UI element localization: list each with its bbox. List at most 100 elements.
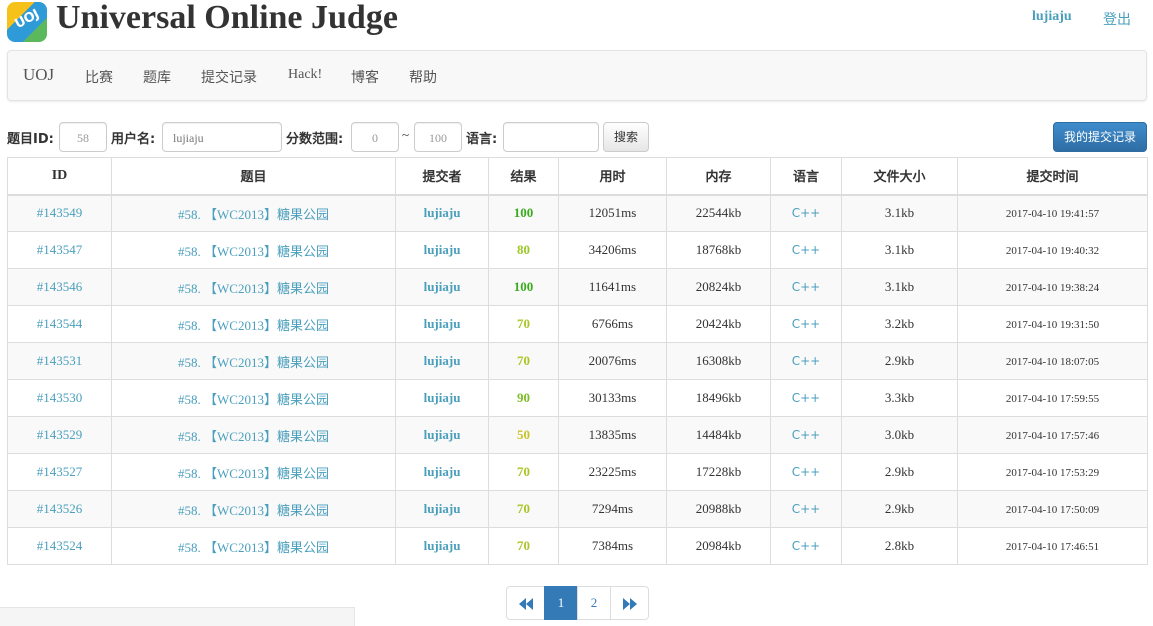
nav-item-contests[interactable]: 比赛 bbox=[85, 67, 113, 87]
problem-link[interactable]: #58. 【WC2013】糖果公园 bbox=[178, 355, 329, 370]
table-cell: lujiaju bbox=[395, 416, 489, 454]
problem-link[interactable]: #58. 【WC2013】糖果公园 bbox=[178, 207, 329, 222]
problem-link[interactable]: #58. 【WC2013】糖果公园 bbox=[178, 503, 329, 518]
submission-id-link[interactable]: #143524 bbox=[37, 538, 83, 553]
submitter-link[interactable]: lujiaju bbox=[424, 427, 461, 442]
nav-item-blogs[interactable]: 博客 bbox=[351, 67, 379, 87]
problem-link[interactable]: #58. 【WC2013】糖果公园 bbox=[178, 244, 329, 259]
main-navbar: UOJ 比赛 题库 提交记录 Hack! 博客 帮助 bbox=[7, 50, 1147, 101]
language-link[interactable]: C++ bbox=[792, 243, 821, 257]
result-score[interactable]: 70 bbox=[517, 501, 530, 516]
table-cell: #58. 【WC2013】糖果公园 bbox=[111, 416, 396, 454]
result-score[interactable]: 70 bbox=[517, 464, 530, 479]
submission-id-link[interactable]: #143544 bbox=[37, 316, 83, 331]
prev-page-button[interactable] bbox=[506, 586, 545, 620]
file-size: 3.1kb bbox=[884, 279, 915, 294]
problem-link[interactable]: #58. 【WC2013】糖果公园 bbox=[178, 392, 329, 407]
submit-time: 2017-04-10 17:57:46 bbox=[1005, 430, 1100, 442]
submit-time: 2017-04-10 17:50:09 bbox=[1005, 504, 1100, 516]
result-score[interactable]: 70 bbox=[517, 353, 530, 368]
table-cell: #58. 【WC2013】糖果公园 bbox=[111, 305, 396, 343]
submitter-link[interactable]: lujiaju bbox=[424, 316, 461, 331]
my-submissions-button[interactable]: 我的提交记录 bbox=[1053, 122, 1147, 152]
double-chevron-left-icon bbox=[518, 598, 533, 611]
language-link[interactable]: C++ bbox=[792, 502, 821, 516]
submission-id-link[interactable]: #143527 bbox=[37, 464, 83, 479]
table-cell: lujiaju bbox=[395, 527, 489, 565]
table-cell: 3.1kb bbox=[841, 231, 958, 269]
language-input[interactable] bbox=[503, 122, 599, 152]
problem-link[interactable]: #58. 【WC2013】糖果公园 bbox=[178, 281, 329, 296]
search-button[interactable]: 搜索 bbox=[603, 122, 649, 152]
current-user-link[interactable]: lujiaju bbox=[1032, 9, 1072, 25]
submitter-link[interactable]: lujiaju bbox=[424, 501, 461, 516]
table-cell: 20984kb bbox=[666, 527, 771, 565]
submission-id-link[interactable]: #143546 bbox=[37, 279, 83, 294]
submit-time: 2017-04-10 17:53:29 bbox=[1005, 467, 1100, 479]
problem-link[interactable]: #58. 【WC2013】糖果公园 bbox=[178, 540, 329, 555]
language-link[interactable]: C++ bbox=[792, 354, 821, 368]
language-link[interactable]: C++ bbox=[792, 317, 821, 331]
table-cell: C++ bbox=[770, 453, 842, 491]
result-score[interactable]: 100 bbox=[514, 279, 534, 294]
score-range-separator: ~ bbox=[402, 127, 410, 142]
table-cell: C++ bbox=[770, 527, 842, 565]
result-score[interactable]: 90 bbox=[517, 390, 530, 405]
language-link[interactable]: C++ bbox=[792, 465, 821, 479]
submitter-link[interactable]: lujiaju bbox=[424, 464, 461, 479]
logout-link[interactable]: 登出 bbox=[1103, 9, 1131, 29]
problem-link[interactable]: #58. 【WC2013】糖果公园 bbox=[178, 318, 329, 333]
result-score[interactable]: 70 bbox=[517, 316, 530, 331]
table-cell: #143529 bbox=[7, 416, 112, 454]
result-score[interactable]: 80 bbox=[517, 242, 530, 257]
username-input[interactable]: lujiaju bbox=[162, 122, 282, 152]
table-cell: 70 bbox=[488, 490, 559, 528]
nav-item-problems[interactable]: 题库 bbox=[143, 67, 171, 87]
submitter-link[interactable]: lujiaju bbox=[424, 242, 461, 257]
language-link[interactable]: C++ bbox=[792, 280, 821, 294]
language-link[interactable]: C++ bbox=[792, 391, 821, 405]
file-size: 3.1kb bbox=[884, 205, 915, 221]
nav-brand[interactable]: UOJ bbox=[23, 65, 54, 85]
submission-id-link[interactable]: #143529 bbox=[37, 427, 83, 442]
submitter-link[interactable]: lujiaju bbox=[424, 390, 461, 405]
language-link[interactable]: C++ bbox=[792, 428, 821, 442]
submission-id-link[interactable]: #143530 bbox=[37, 390, 83, 405]
table-cell: lujiaju bbox=[395, 305, 489, 343]
submission-id-link[interactable]: #143531 bbox=[37, 353, 83, 368]
result-score[interactable]: 100 bbox=[514, 205, 534, 220]
uoj-logo[interactable]: UOJ bbox=[7, 2, 47, 42]
problem-link[interactable]: #58. 【WC2013】糖果公园 bbox=[178, 466, 329, 481]
site-title[interactable]: Universal Online Judge bbox=[56, 0, 398, 37]
submission-id-link[interactable]: #143547 bbox=[37, 242, 83, 257]
submission-id-link[interactable]: #143549 bbox=[37, 205, 83, 220]
nav-item-help[interactable]: 帮助 bbox=[409, 67, 437, 87]
language-link[interactable]: C++ bbox=[792, 539, 821, 553]
submitter-link[interactable]: lujiaju bbox=[424, 279, 461, 294]
problem-link[interactable]: #58. 【WC2013】糖果公园 bbox=[178, 429, 329, 444]
page-1-button[interactable]: 1 bbox=[544, 586, 578, 620]
submission-id-link[interactable]: #143526 bbox=[37, 501, 83, 516]
table-cell: 90 bbox=[488, 379, 559, 417]
table-cell: 2.9kb bbox=[841, 342, 958, 380]
submitter-link[interactable]: lujiaju bbox=[424, 205, 461, 220]
next-page-button[interactable] bbox=[610, 586, 649, 620]
table-cell: lujiaju bbox=[395, 268, 489, 306]
problem-id-input[interactable]: 58 bbox=[59, 122, 107, 152]
result-score[interactable]: 50 bbox=[517, 427, 530, 442]
table-cell: 2017-04-10 17:50:09 bbox=[957, 490, 1148, 528]
table-cell: 16308kb bbox=[666, 342, 771, 380]
score-min-input[interactable]: 0 bbox=[351, 122, 399, 152]
score-max-input[interactable]: 100 bbox=[414, 122, 462, 152]
nav-item-hack[interactable]: Hack! bbox=[288, 67, 322, 83]
submitter-link[interactable]: lujiaju bbox=[424, 353, 461, 368]
run-time: 13835ms bbox=[588, 427, 637, 442]
run-time: 34206ms bbox=[588, 242, 637, 257]
table-row: #143524 #58. 【WC2013】糖果公园 lujiaju 70 7384ms 2… bbox=[7, 527, 1148, 565]
submitter-link[interactable]: lujiaju bbox=[424, 538, 461, 553]
result-score[interactable]: 70 bbox=[517, 538, 530, 553]
language-link[interactable]: C++ bbox=[792, 206, 821, 220]
nav-item-submissions[interactable]: 提交记录 bbox=[201, 67, 257, 87]
table-row: #143546 #58. 【WC2013】糖果公园 lujiaju 100 11641m… bbox=[7, 268, 1148, 306]
page-2-button[interactable]: 2 bbox=[577, 586, 611, 620]
